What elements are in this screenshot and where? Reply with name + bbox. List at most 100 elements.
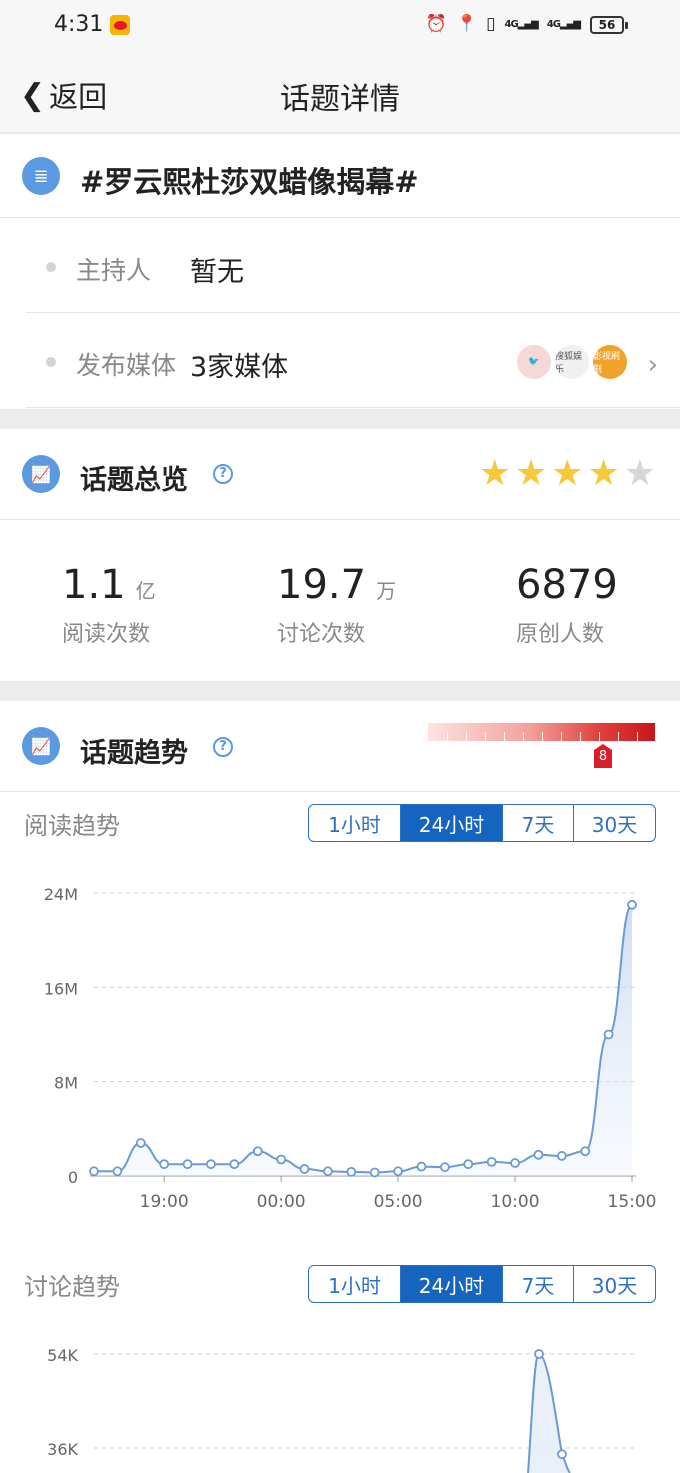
discuss-trend-chart: 36K 54K (47, 1346, 636, 1473)
data-point (603, 1029, 614, 1040)
data-point (252, 1146, 263, 1157)
data-point (299, 1164, 310, 1174)
divider (26, 312, 680, 313)
topic-title: #罗云熙杜莎双蜡像揭幕# (80, 165, 419, 199)
data-point (580, 1146, 591, 1157)
data-point (486, 1156, 497, 1167)
tab-7d[interactable]: 7天 (502, 805, 573, 841)
data-point (323, 1166, 333, 1177)
discuss-trend-title: 讨论趋势 (24, 1273, 120, 1301)
data-point (135, 1138, 146, 1148)
help-icon[interactable]: ? (213, 464, 233, 484)
tab-24h[interactable]: 24小时 (400, 1266, 502, 1302)
tab-1h[interactable]: 1小时 (309, 1266, 400, 1302)
rating-stars: ★ ★ ★ ★ ★ (479, 456, 656, 492)
y-tick-label: 0 (68, 1168, 78, 1187)
divider (0, 519, 680, 520)
data-point (463, 1159, 474, 1170)
section-gap (0, 681, 680, 701)
media-logo-sohu[interactable]: 搜狐娱乐 (553, 343, 591, 381)
host-value: 暂无 (190, 257, 244, 288)
data-point (556, 1151, 567, 1161)
star-empty-icon: ★ (623, 453, 656, 494)
media-value[interactable]: 3家媒体 (190, 345, 288, 384)
data-point (112, 1166, 123, 1177)
read-range-tabs: 1小时 24小时 7天 30天 (308, 804, 656, 842)
section-gap (0, 409, 680, 429)
x-tick-label: 19:00 (140, 1192, 189, 1212)
status-bar: 4:31 ⏰ 📍 ▯ 4G▂▄▆ 4G▂▄▆ 56 (0, 0, 680, 52)
chart-icon: 📈 (22, 727, 60, 765)
media-logo-drama[interactable]: 影视刷剧 (591, 343, 629, 381)
data-point (557, 1449, 567, 1460)
tab-24h[interactable]: 24小时 (400, 805, 502, 841)
status-icons: ⏰ 📍 ▯ 4G▂▄▆ 4G▂▄▆ (425, 14, 581, 34)
star-icon: ★ (587, 453, 620, 494)
signal-4g-icon: 4G▂▄▆ (504, 18, 539, 30)
weibo-notification-icon (110, 15, 130, 35)
y-tick-label: 54K (47, 1346, 78, 1365)
y-tick-label: 16M (44, 979, 78, 998)
divider (0, 791, 680, 792)
data-point (534, 1349, 544, 1359)
data-point (369, 1167, 380, 1178)
help-icon[interactable]: ? (213, 737, 233, 757)
read-trend-chart: 0 8M 16M 24M 19:00 00:00 05:00 10:00 15:00 (44, 885, 657, 1212)
x-tick-label: 00:00 (257, 1192, 306, 1212)
chart-icon: 📈 (22, 455, 60, 493)
vibrate-icon: ▯ (486, 14, 496, 34)
data-point (510, 1158, 520, 1168)
media-logo-icon[interactable]: 🐦 (515, 343, 553, 381)
discuss-range-tabs: 1小时 24小时 7天 30天 (308, 1265, 656, 1303)
alarm-icon: ⏰ (425, 14, 447, 34)
data-point (206, 1159, 216, 1170)
divider (26, 407, 680, 408)
star-icon: ★ (551, 453, 584, 494)
host-label: 主持人 (76, 256, 152, 285)
bullet-dot (46, 357, 56, 367)
stat-reads: 1.1 亿 阅读次数 (62, 562, 156, 647)
heat-level-bar (428, 723, 655, 741)
x-tick-label: 10:00 (491, 1192, 540, 1212)
data-point (346, 1166, 357, 1177)
data-point (89, 1166, 99, 1177)
status-time: 4:31 (54, 12, 104, 37)
media-label: 发布媒体 (76, 351, 177, 380)
data-point (439, 1162, 450, 1173)
data-point (276, 1154, 287, 1165)
read-trend-title: 阅读趋势 (24, 812, 120, 840)
x-tick-label: 05:00 (374, 1192, 423, 1212)
page-title: 话题详情 (280, 82, 400, 117)
data-point (182, 1159, 193, 1170)
signal-4g-icon-2: 4G▂▄▆ (546, 18, 581, 30)
stat-discussions: 19.7 万 讨论次数 (277, 562, 397, 647)
tab-7d[interactable]: 7天 (502, 1266, 573, 1302)
location-icon: 📍 (455, 14, 478, 34)
y-tick-label: 36K (47, 1440, 78, 1459)
tab-30d[interactable]: 30天 (573, 805, 655, 841)
data-point (393, 1166, 403, 1177)
series-line (93, 903, 633, 1174)
battery-icon: 56 (590, 16, 628, 34)
data-point (229, 1159, 240, 1170)
tab-30d[interactable]: 30天 (573, 1266, 655, 1302)
data-point (416, 1161, 427, 1172)
divider (0, 217, 680, 218)
chevron-right-icon[interactable]: › (648, 350, 658, 380)
tab-1h[interactable]: 1小时 (309, 805, 400, 841)
star-icon: ★ (514, 453, 548, 494)
list-icon: ≣ (22, 157, 60, 195)
y-tick-label: 24M (44, 885, 78, 904)
overview-title: 话题总览 (80, 465, 188, 496)
data-point (627, 899, 637, 910)
y-tick-label: 8M (54, 1074, 78, 1093)
nav-bar: ❮ 返回 话题详情 (0, 52, 680, 134)
star-icon: ★ (478, 453, 511, 494)
x-tick-label: 15:00 (608, 1192, 657, 1212)
trend-title: 话题趋势 (80, 738, 188, 769)
bullet-dot (46, 262, 56, 272)
stat-originals: 6879 原创人数 (516, 562, 618, 647)
data-point (533, 1149, 544, 1160)
data-point (159, 1159, 170, 1170)
area-fill (94, 904, 632, 1176)
